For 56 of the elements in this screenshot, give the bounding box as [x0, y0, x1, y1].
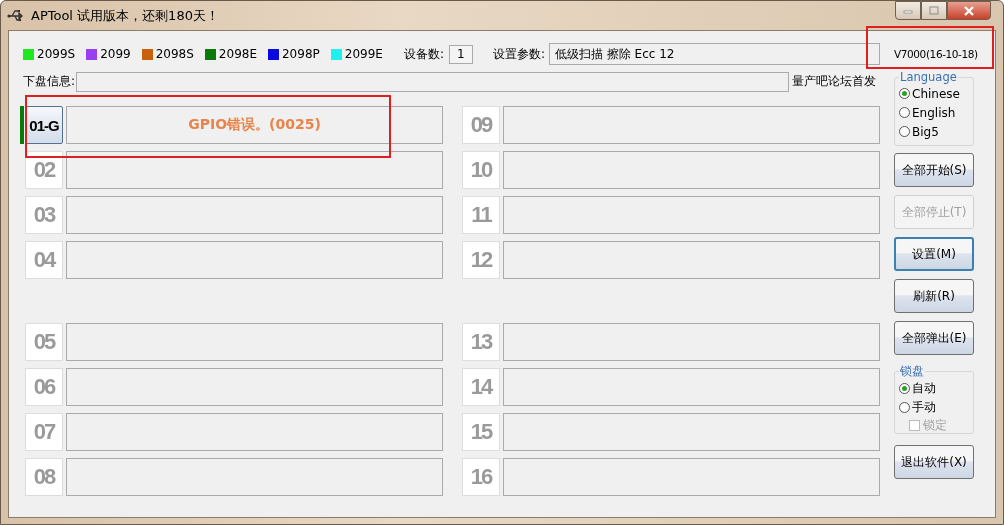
- checkbox-label: 锁定: [923, 416, 947, 434]
- radio-button[interactable]: [899, 126, 910, 137]
- status-message: GPIO错误。(0025): [188, 116, 321, 134]
- maximize-button[interactable]: [921, 1, 947, 20]
- action-button[interactable]: 全部开始(S): [894, 153, 974, 187]
- action-button[interactable]: 刷新(R): [894, 279, 974, 313]
- radio-label: Chinese: [912, 86, 960, 101]
- minimize-icon: [903, 7, 913, 14]
- group-title: 锁盘: [899, 364, 925, 379]
- close-button[interactable]: [947, 1, 991, 20]
- port-button[interactable]: 03: [25, 196, 63, 234]
- minimize-button[interactable]: [895, 1, 921, 20]
- radio-button[interactable]: [899, 107, 910, 118]
- window-title: APTool 试用版本，还剩180天！: [31, 6, 219, 25]
- disk-info-label: 下盘信息:: [23, 73, 76, 90]
- legend-label: 2099: [100, 47, 131, 61]
- port-button[interactable]: 02: [25, 151, 63, 189]
- port-button[interactable]: 13: [462, 323, 500, 361]
- device-count-field: 1: [448, 44, 473, 64]
- port-button[interactable]: 08: [25, 458, 63, 496]
- close-icon: [963, 5, 975, 16]
- version-label: V7000(16-10-18): [894, 47, 978, 62]
- port-button[interactable]: 16: [462, 458, 500, 496]
- port-button[interactable]: 01-G: [25, 106, 63, 144]
- maximize-icon: [929, 6, 939, 15]
- radio-button[interactable]: [899, 402, 910, 413]
- forum-note: 量产吧论坛首发: [792, 73, 877, 90]
- radio-label: Big5: [912, 124, 939, 139]
- exit-button[interactable]: 退出软件(X): [894, 445, 974, 479]
- legend-label: 2098S: [155, 47, 194, 61]
- radio-button[interactable]: [899, 88, 910, 99]
- port-button[interactable]: 11: [462, 196, 500, 234]
- group-title: Language: [899, 70, 958, 84]
- port-button[interactable]: 10: [462, 151, 500, 189]
- usb-icon: [7, 8, 25, 23]
- radio-label: 手动: [912, 399, 936, 416]
- port-button[interactable]: 12: [462, 241, 500, 279]
- port-button[interactable]: 14: [462, 368, 500, 406]
- port-button[interactable]: 07: [25, 413, 63, 451]
- legend-label: 2099E: [344, 47, 383, 61]
- port-button[interactable]: 05: [25, 323, 63, 361]
- port-button[interactable]: 15: [462, 413, 500, 451]
- legend-label: 2098P: [282, 47, 320, 61]
- action-button[interactable]: 全部弹出(E): [894, 321, 974, 355]
- port-button[interactable]: 06: [25, 368, 63, 406]
- settings-param-field: 低级扫描 擦除 Ecc 12: [549, 43, 880, 65]
- port-button[interactable]: 04: [25, 241, 63, 279]
- port-button[interactable]: 09: [462, 106, 500, 144]
- radio-label: English: [912, 105, 956, 120]
- radio-button[interactable]: [899, 383, 910, 394]
- legend-label: 2099S: [37, 47, 76, 61]
- device-count-label: 设备数:: [403, 45, 444, 63]
- settings-param-label: 设置参数:: [492, 45, 545, 63]
- radio-label: 自动: [912, 380, 936, 397]
- action-button[interactable]: 设置(M): [894, 237, 974, 271]
- legend-label: 2098E: [218, 47, 257, 61]
